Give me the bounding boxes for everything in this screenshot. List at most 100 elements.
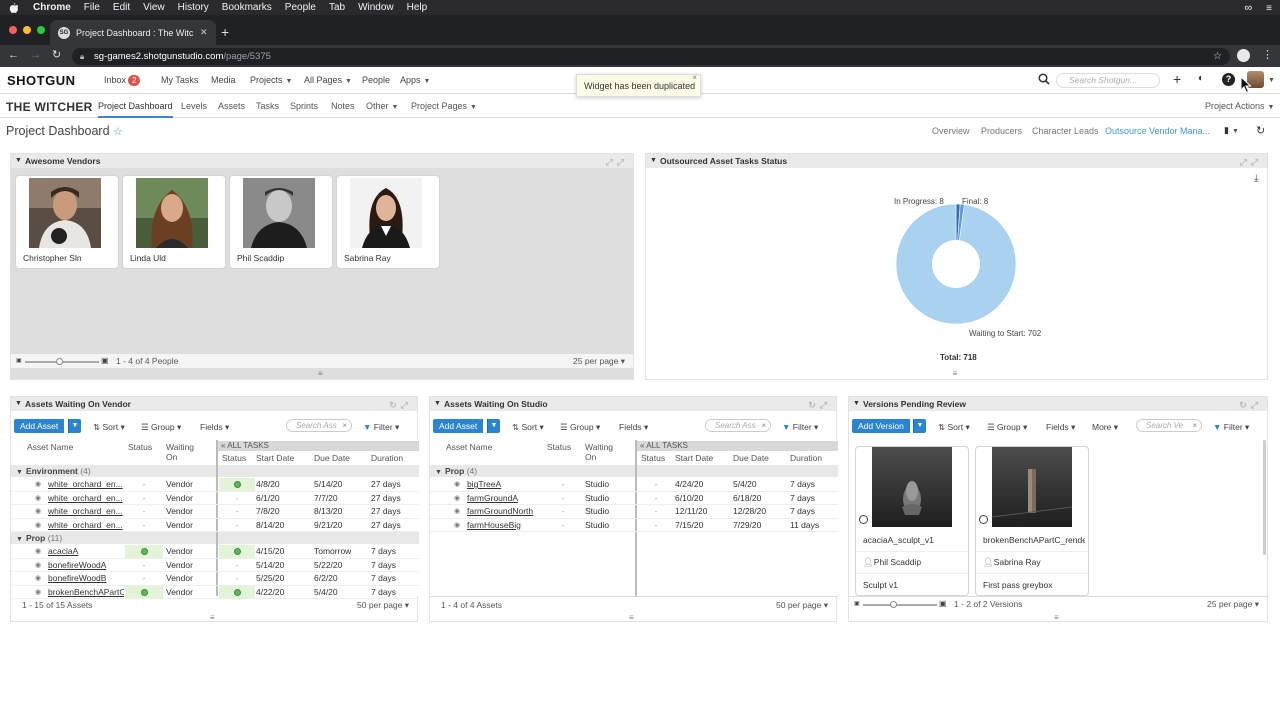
search-versions-input[interactable]: Search Ve × [1136,419,1202,432]
tab-close-icon[interactable]: ✕ [200,27,208,38]
window-close-button[interactable] [9,26,17,34]
resize-grip-icon[interactable]: ≡ [1054,613,1059,622]
search-input[interactable]: Search Shotgun... [1056,73,1160,88]
table-row[interactable]: ◉ white_orchard_en... - Vendor - 8/14/20 9/21/… [11,519,419,532]
col-status[interactable]: Status [547,442,571,452]
task-status[interactable] [219,585,255,599]
refresh-icon[interactable]: ↻ [1256,124,1265,137]
waiting-on[interactable]: Vendor [166,545,193,558]
version-card[interactable]: acaciaA_sculpt_v1 👤︎Phil Scaddip Sculpt … [855,446,969,596]
add-asset-menu-button[interactable]: ▼ [487,419,500,433]
asset-status[interactable]: - [544,492,582,505]
col-asset-name[interactable]: Asset Name [27,442,73,452]
due-date[interactable]: 7/7/20 [314,492,338,505]
collapse-icon[interactable]: ▼ [650,154,657,168]
start-date[interactable]: 8/14/20 [256,519,284,532]
mac-menu-bookmarks[interactable]: Bookmarks [222,2,272,13]
filter-button[interactable]: ▼ Filter ▾ [363,422,399,433]
mac-menu-tab[interactable]: Tab [329,2,345,13]
due-date[interactable]: 12/28/20 [733,505,766,518]
group-toggle-icon[interactable]: ▼ [435,469,442,476]
col-start-date[interactable]: Start Date [256,453,294,463]
waiting-on[interactable]: Vendor [166,519,193,532]
mac-menu-edit[interactable]: Edit [113,2,130,13]
play-icon[interactable] [859,515,868,524]
profile-icon[interactable] [1237,49,1250,62]
filter-button[interactable]: ▼ Filter ▾ [782,422,818,433]
col-due-date[interactable]: Due Date [314,453,350,463]
start-date[interactable]: 4/24/20 [675,478,703,491]
task-status[interactable]: - [219,572,255,585]
due-date[interactable]: 9/21/20 [314,519,342,532]
table-row[interactable]: ◉ bonefireWoodA - Vendor - 5/14/20 5/22/20 7 da… [11,559,419,572]
table-row[interactable]: ◉ farmGroundNorth - Studio - 12/11/20 12/28/20… [430,505,838,519]
tab-notes[interactable]: Notes [331,101,355,111]
start-date[interactable]: 4/8/20 [256,478,280,491]
moon-icon[interactable]: ◐ [1198,73,1204,84]
duration[interactable]: 7 days [790,505,815,518]
start-date[interactable]: 6/1/20 [256,492,280,505]
play-icon[interactable] [979,515,988,524]
task-status[interactable]: - [219,519,255,532]
window-zoom-button[interactable] [37,26,45,34]
nav-people[interactable]: People [362,75,390,85]
collapse-icon[interactable]: ▼ [15,397,22,411]
per-page-select[interactable]: 50 per page ▾ [776,600,828,611]
asset-status[interactable]: - [125,572,163,585]
task-status[interactable]: - [638,505,674,518]
sort-button[interactable]: ⇅ Sort ▾ [938,422,970,433]
asset-name-link[interactable]: acaciaA [48,545,124,558]
start-date[interactable]: 5/25/20 [256,572,284,585]
page-link-producers[interactable]: Producers [981,126,1022,136]
asset-status[interactable]: - [544,505,582,518]
group-header[interactable]: ▼ Environment (4) [11,465,216,477]
nav-media[interactable]: Media [211,75,236,85]
project-actions-menu[interactable]: Project Actions ▼ [1205,101,1274,111]
filter-button[interactable]: ▼ Filter ▾ [1213,422,1249,433]
search-icon[interactable] [1038,73,1050,85]
add-asset-button[interactable]: Add Asset [14,419,65,433]
duration[interactable]: 7 days [371,545,396,558]
col-asset-name[interactable]: Asset Name [446,442,492,452]
tab-tasks[interactable]: Tasks [256,101,279,111]
vendor-card[interactable]: Linda Uld [122,175,226,269]
start-date[interactable]: 12/11/20 [675,505,707,518]
asset-status[interactable]: - [125,492,163,505]
widget-action-icons[interactable]: ↻⤢ [389,398,412,412]
task-status[interactable]: - [638,492,674,505]
asset-status[interactable]: - [125,519,163,532]
duration[interactable]: 7 days [371,559,396,572]
add-asset-menu-button[interactable]: ▼ [68,419,81,433]
waiting-on[interactable]: Studio [585,492,609,505]
start-date[interactable]: 5/14/20 [256,559,284,572]
page-link-overview[interactable]: Overview [932,126,970,136]
widget-action-icons[interactable]: ↻⤢ [1239,398,1262,412]
infinity-icon[interactable]: ∞ [1244,2,1252,14]
forward-icon[interactable]: → [30,49,41,61]
fields-button[interactable]: Fields ▾ [200,422,229,433]
group-button[interactable]: ☰ Group ▾ [560,422,600,433]
tab-other[interactable]: Other ▼ [366,101,398,111]
page-doc-icon[interactable]: ▮ ▼ [1224,125,1239,136]
duration[interactable]: 27 days [371,478,401,491]
nav-inbox[interactable]: Inbox 2 [104,75,141,86]
waiting-on[interactable]: Vendor [166,572,193,585]
task-status[interactable]: - [638,478,674,491]
vendor-card[interactable]: Christopher Sln [15,175,119,269]
vendor-card[interactable]: Phil Scaddip [229,175,333,269]
asset-name-link[interactable]: white_orchard_en... [48,519,124,532]
start-date[interactable]: 7/15/20 [675,519,703,532]
chevron-icon[interactable]: ≡ [1266,3,1272,14]
duration[interactable]: 7 days [371,586,396,599]
col-due-date[interactable]: Due Date [733,453,769,463]
waiting-on[interactable]: Vendor [166,586,193,599]
nav-apps[interactable]: Apps ▼ [400,75,430,85]
asset-name-link[interactable]: farmGroundNorth [467,505,543,518]
duration[interactable]: 27 days [371,505,401,518]
nav-projects[interactable]: Projects ▼ [250,75,292,85]
mac-menu-window[interactable]: Window [358,2,394,13]
table-row[interactable]: ◉ white_orchard_en... - Vendor - 7/8/20 8/13/2… [11,505,419,519]
col-status[interactable]: Status [128,442,152,452]
asset-status[interactable]: - [125,505,163,518]
menu-kebab-icon[interactable]: ⋮ [1262,48,1273,61]
